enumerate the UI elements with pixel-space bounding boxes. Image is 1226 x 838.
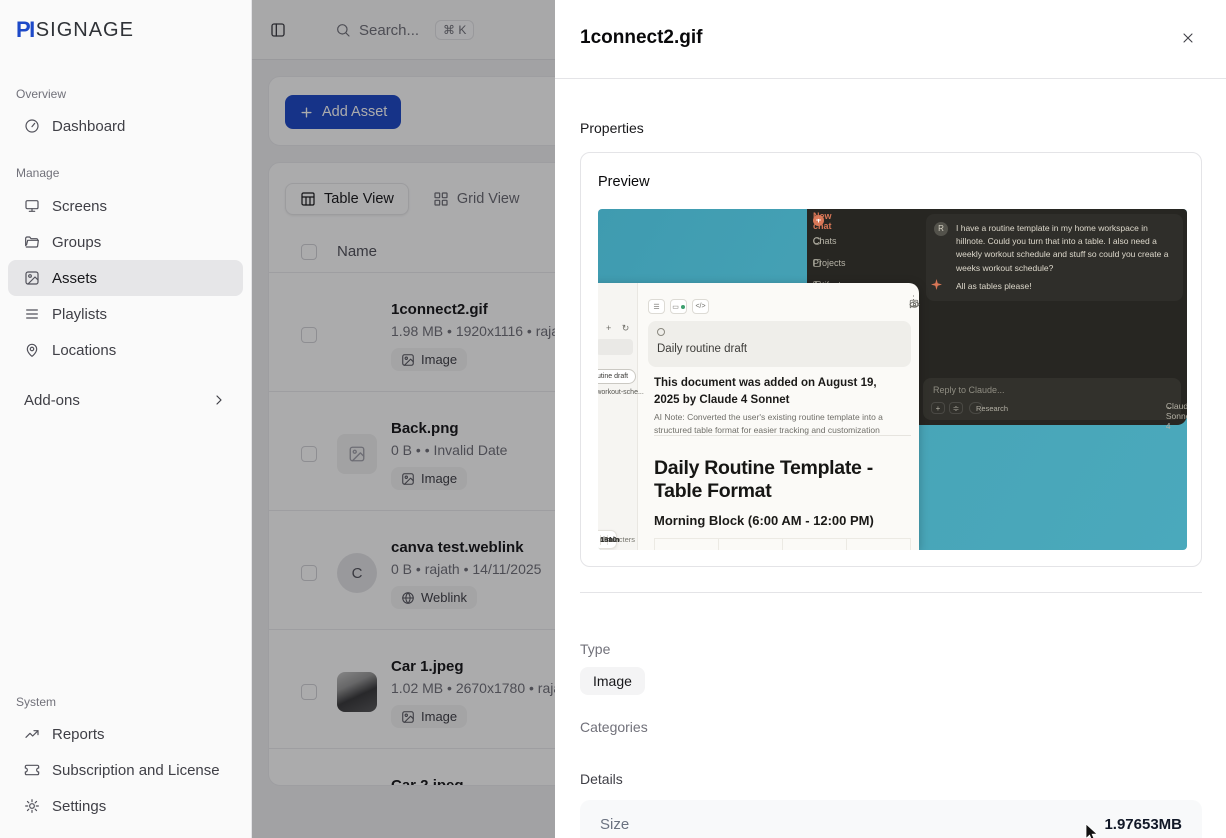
image-icon [24, 270, 40, 286]
kebab-menu-icon: ⋮ [909, 294, 918, 305]
reply-placeholder: Reply to Claude... [933, 385, 1005, 395]
sidebar-item-label: Groups [52, 234, 101, 251]
categories-label: Categories [580, 719, 648, 735]
details-table: Size 1.97653MB [580, 800, 1202, 838]
doc-table-hint [654, 538, 911, 550]
sidebar-item-addons[interactable]: Add-ons [8, 382, 243, 418]
doc-divider [654, 435, 911, 436]
avatar: R [934, 222, 948, 236]
sidebar-item-playlists[interactable]: Playlists [8, 296, 243, 332]
sidebar-item-screens[interactable]: Screens [8, 188, 243, 224]
detail-value: 1.97653MB [1104, 816, 1182, 833]
doc-file-strip: + ↻ utine draft -workout-sche... [598, 283, 638, 550]
sidebar-item-label: Reports [52, 726, 105, 743]
preview-projects-item: Projects [813, 259, 821, 267]
doc-header-chip: Daily routine draft [648, 321, 911, 367]
doc-tab2: -workout-sche... [598, 389, 644, 396]
properties-heading: Properties [580, 120, 644, 136]
research-button: Research [969, 402, 983, 414]
doc-title: Daily Routine Template - Table Format [654, 457, 906, 504]
plus-icon: + [931, 402, 945, 414]
monitor-icon [24, 198, 40, 214]
sidebar-item-label: Screens [52, 198, 107, 215]
asset-preview-image: + New chat Chats Projects Artifacts [598, 209, 1187, 550]
sidebar-item-label: Dashboard [52, 118, 125, 135]
code-icon: </> [692, 299, 709, 314]
gauge-icon [24, 118, 40, 134]
model-selector: Claude Sonnet 4 ⌄ [1166, 401, 1173, 412]
close-icon[interactable] [1180, 30, 1196, 46]
folder-icon [24, 234, 40, 250]
preview-heading: Preview [598, 174, 650, 190]
details-heading: Details [580, 771, 623, 787]
doc-chip-title: Daily routine draft [657, 343, 747, 355]
type-value-chip: Image [580, 667, 645, 695]
sidebar-item-groups[interactable]: Groups [8, 224, 243, 260]
sidebar-item-reports[interactable]: Reports [8, 716, 243, 752]
sidebar-item-subscription[interactable]: Subscription and License [8, 752, 243, 788]
type-label: Type [580, 641, 610, 657]
list-icon [24, 306, 40, 322]
detail-key: Size [600, 816, 629, 833]
doc-added-line: This document was added on August 19, 20… [654, 375, 886, 408]
doc-stats-bar: ds 1610 characters 1 min [598, 530, 617, 549]
map-pin-icon [24, 342, 40, 358]
sidebar: PI SIGNAGE Overview Dashboard Manage Scr… [0, 0, 252, 838]
details-row-size: Size 1.97653MB [580, 800, 1202, 838]
sidebar-item-label: Subscription and License [52, 762, 220, 779]
sidebar-item-label: Settings [52, 798, 106, 815]
sidebar-item-locations[interactable]: Locations [8, 332, 243, 368]
brand-name: SIGNAGE [36, 19, 134, 42]
ticket-icon [24, 762, 40, 778]
section-label-overview: Overview [16, 87, 66, 101]
mouse-cursor [1085, 824, 1099, 838]
strip-highlight [598, 339, 633, 355]
section-label-manage: Manage [16, 166, 59, 180]
brand-mark: PI [16, 17, 34, 43]
panel-header: 1connect2.gif [555, 0, 1226, 79]
app-window: PI SIGNAGE Overview Dashboard Manage Scr… [0, 0, 1226, 838]
asset-detail-panel: 1connect2.gif Properties Preview + New c… [555, 0, 1226, 838]
doc-icon [657, 328, 665, 336]
chevron-right-icon [211, 392, 227, 408]
sliders-icon: ≑ [949, 402, 963, 414]
preview-card: Preview + New chat Chats Projects [580, 152, 1202, 567]
doc-status-icon: ▭ [670, 299, 687, 314]
sidebar-item-label: Playlists [52, 306, 107, 323]
outline-icon: ☰ [648, 299, 665, 314]
sidebar-item-label: Locations [52, 342, 116, 359]
doc-ai-note: AI Note: Converted the user's existing r… [654, 411, 886, 437]
section-label-system: System [16, 695, 56, 709]
sidebar-item-dashboard[interactable]: Dashboard [8, 108, 243, 144]
addons-label: Add-ons [24, 392, 80, 409]
preview-reply-box: Reply to Claude... + ≑ Research Claude S… [923, 378, 1181, 420]
sidebar-item-assets[interactable]: Assets [8, 260, 243, 296]
preview-user-message: R I have a routine template in my home w… [926, 214, 1183, 301]
preview-new-chat: + New chat [813, 215, 824, 226]
doc-toolbar-left: ☰ ▭ </> [648, 299, 709, 314]
preview-chats-item: Chats [813, 237, 821, 245]
app-logo: PI SIGNAGE [16, 17, 134, 43]
sidebar-item-settings[interactable]: Settings [8, 788, 243, 824]
divider [580, 592, 1202, 593]
sidebar-item-label: Assets [52, 270, 97, 287]
preview-doc-window: + ↻ utine draft -workout-sche... ☰ ▭ </>… [598, 283, 919, 550]
trending-up-icon [24, 726, 40, 742]
doc-subtitle: Morning Block (6:00 AM - 12:00 PM) [654, 513, 874, 528]
doc-tab: utine draft [598, 369, 636, 384]
strip-actions: + ↻ [606, 323, 633, 334]
gear-icon [24, 798, 40, 814]
panel-title: 1connect2.gif [580, 27, 702, 49]
